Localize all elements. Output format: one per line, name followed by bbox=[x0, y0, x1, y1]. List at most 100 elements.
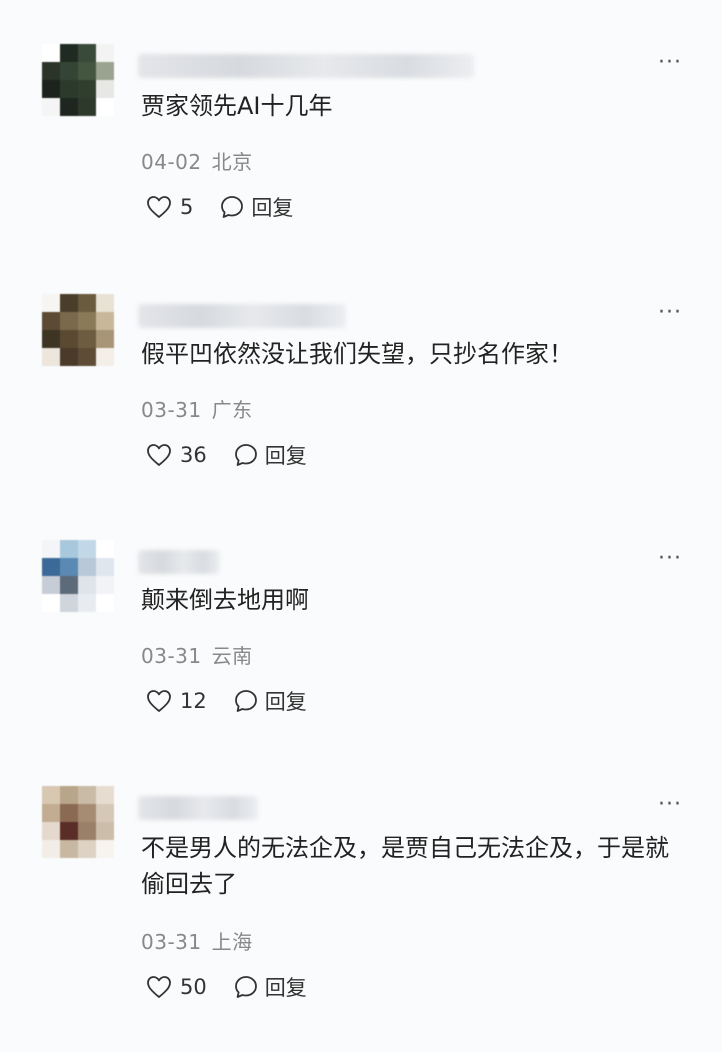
like-count: 36 bbox=[180, 443, 207, 467]
avatar-pixel bbox=[60, 98, 78, 116]
more-options-icon[interactable]: ··· bbox=[658, 546, 682, 571]
avatar-pixel bbox=[78, 312, 96, 330]
avatar-pixel bbox=[96, 558, 114, 576]
avatar-pixel bbox=[78, 98, 96, 116]
avatar-pixel bbox=[42, 98, 60, 116]
avatar-pixel bbox=[60, 822, 78, 840]
avatar-pixel bbox=[60, 576, 78, 594]
avatar-pixel bbox=[78, 594, 96, 612]
comment-location: 北京 bbox=[211, 150, 253, 174]
avatar-pixel bbox=[42, 594, 60, 612]
comment-meta: 03-31 广东 bbox=[141, 394, 253, 423]
comment-meta: 03-31 云南 bbox=[141, 640, 253, 669]
avatar-pixel bbox=[78, 786, 96, 804]
avatar-pixel bbox=[78, 576, 96, 594]
heart-icon bbox=[147, 444, 171, 466]
more-options-icon[interactable]: ··· bbox=[658, 300, 682, 325]
avatar-pixel bbox=[96, 594, 114, 612]
avatar-pixel bbox=[60, 62, 78, 80]
comment-text: 不是男人的无法企及，是贾自己无法企及，于是就偷回去了 bbox=[141, 834, 669, 898]
like-button[interactable]: 36 bbox=[146, 443, 207, 467]
comment-location: 上海 bbox=[211, 930, 253, 954]
avatar-pixel bbox=[78, 62, 96, 80]
avatar-pixel bbox=[60, 348, 78, 366]
avatar-pixel bbox=[60, 786, 78, 804]
like-count: 12 bbox=[180, 689, 207, 713]
like-button[interactable]: 12 bbox=[146, 689, 207, 713]
avatar-pixel bbox=[60, 312, 78, 330]
avatar[interactable] bbox=[42, 294, 114, 366]
avatar-pixel bbox=[78, 330, 96, 348]
reply-label: 回复 bbox=[264, 690, 307, 714]
avatar-pixel bbox=[42, 786, 60, 804]
avatar-pixel bbox=[96, 786, 114, 804]
avatar-pixel bbox=[78, 558, 96, 576]
avatar-pixel bbox=[42, 80, 60, 98]
avatar-pixel bbox=[42, 576, 60, 594]
comment-date: 04-02 bbox=[141, 150, 202, 174]
avatar-pixel bbox=[60, 558, 78, 576]
heart-icon bbox=[147, 196, 171, 218]
comment-actions: 5 回复 bbox=[146, 192, 293, 222]
reply-label: 回复 bbox=[264, 976, 307, 1000]
comment-text: 贾家领先AI十几年 bbox=[141, 92, 333, 120]
reply-button[interactable]: 回复 bbox=[233, 686, 307, 716]
heart-icon bbox=[147, 976, 171, 998]
avatar-pixel bbox=[78, 44, 96, 62]
reply-label: 回复 bbox=[251, 196, 294, 220]
more-options-icon[interactable]: ··· bbox=[658, 792, 682, 817]
comment-text: 颠来倒去地用啊 bbox=[141, 586, 309, 614]
comment-date: 03-31 bbox=[141, 930, 202, 954]
avatar-pixel bbox=[60, 80, 78, 98]
comment-location: 云南 bbox=[211, 644, 253, 668]
avatar-pixel bbox=[60, 540, 78, 558]
like-button[interactable]: 5 bbox=[146, 195, 193, 219]
avatar-pixel bbox=[42, 804, 60, 822]
heart-icon bbox=[147, 690, 171, 712]
comment-actions: 36 回复 bbox=[146, 440, 307, 470]
username-blurred[interactable] bbox=[138, 304, 346, 328]
avatar-pixel bbox=[96, 44, 114, 62]
reply-label: 回复 bbox=[264, 444, 307, 468]
avatar[interactable] bbox=[42, 44, 114, 116]
avatar-pixel bbox=[42, 840, 60, 858]
username-blurred[interactable] bbox=[138, 796, 258, 820]
comment-actions: 12 回复 bbox=[146, 686, 307, 716]
avatar-pixel bbox=[42, 822, 60, 840]
like-button[interactable]: 50 bbox=[146, 975, 207, 999]
avatar-pixel bbox=[60, 330, 78, 348]
avatar-pixel bbox=[60, 804, 78, 822]
avatar-pixel bbox=[42, 540, 60, 558]
comment-bubble-icon bbox=[234, 976, 257, 998]
comment-text: 假平凹依然没让我们失望，只抄名作家！ bbox=[141, 340, 573, 368]
avatar-pixel bbox=[78, 540, 96, 558]
avatar-pixel bbox=[42, 44, 60, 62]
reply-button[interactable]: 回复 bbox=[233, 972, 307, 1002]
avatar-pixel bbox=[60, 294, 78, 312]
avatar-pixel bbox=[96, 312, 114, 330]
avatar-pixel bbox=[60, 840, 78, 858]
comment-location: 广东 bbox=[211, 398, 253, 422]
avatar-pixel bbox=[78, 348, 96, 366]
reply-button[interactable]: 回复 bbox=[219, 192, 293, 222]
avatar[interactable] bbox=[42, 786, 114, 858]
avatar[interactable] bbox=[42, 540, 114, 612]
comment-date: 03-31 bbox=[141, 398, 202, 422]
more-options-icon[interactable]: ··· bbox=[658, 50, 682, 75]
username-blurred[interactable] bbox=[138, 54, 474, 78]
comment-meta: 04-02 北京 bbox=[141, 146, 253, 175]
avatar-pixel bbox=[42, 312, 60, 330]
username-blurred[interactable] bbox=[138, 550, 220, 574]
avatar-pixel bbox=[78, 294, 96, 312]
avatar-pixel bbox=[96, 98, 114, 116]
comment-actions: 50 回复 bbox=[146, 972, 307, 1002]
avatar-pixel bbox=[78, 80, 96, 98]
comment-bubble-icon bbox=[221, 196, 244, 218]
like-count: 50 bbox=[180, 975, 207, 999]
avatar-pixel bbox=[42, 62, 60, 80]
avatar-pixel bbox=[96, 822, 114, 840]
avatar-pixel bbox=[96, 540, 114, 558]
comment-bubble-icon bbox=[234, 444, 257, 466]
reply-button[interactable]: 回复 bbox=[233, 440, 307, 470]
like-count: 5 bbox=[180, 195, 194, 219]
